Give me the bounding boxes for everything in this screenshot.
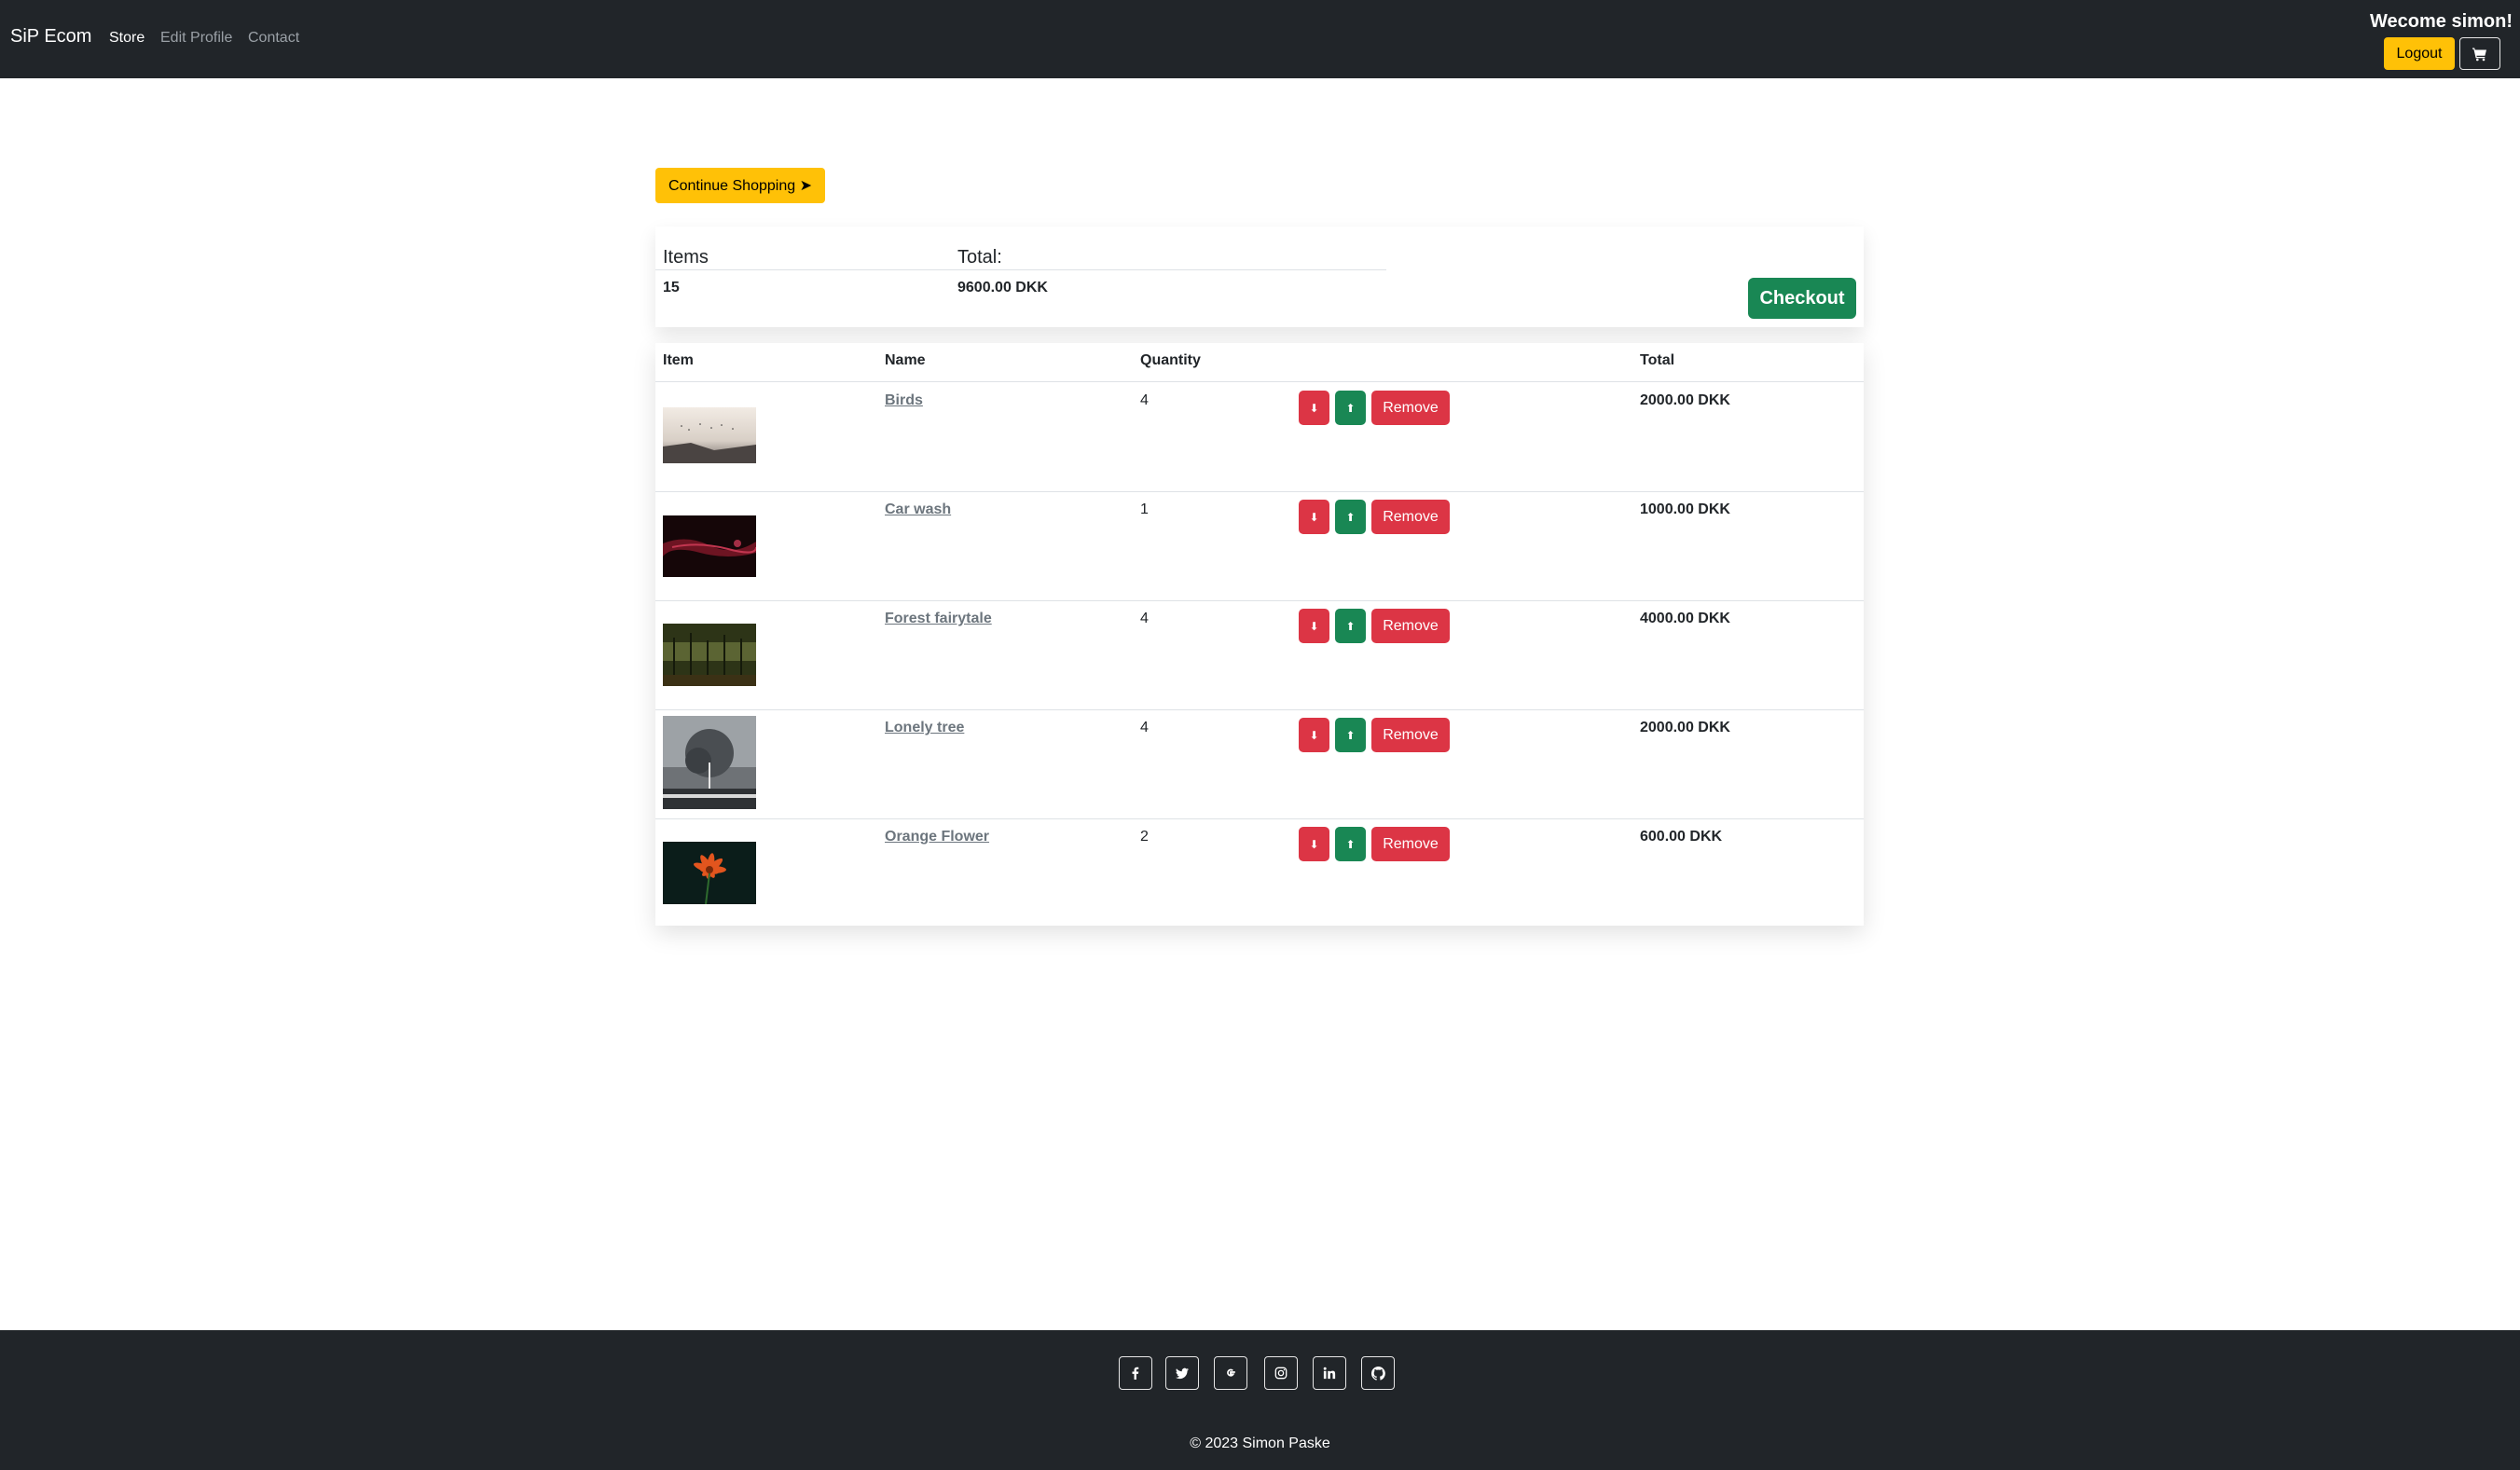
car-wash-thumbnail [663,515,756,577]
top-navbar: SiP Ecom Store Edit Profile Contact Weco… [0,0,2520,78]
remove-button[interactable]: Remove [1371,718,1450,752]
row-total: 4000.00 DKK [1640,611,1730,626]
remove-button[interactable]: Remove [1371,500,1450,534]
nav-link-store[interactable]: Store [109,30,145,47]
row-total: 2000.00 DKK [1640,720,1730,735]
items-count: 15 [663,280,680,295]
decrease-quantity-button[interactable]: ⬇ [1299,827,1329,861]
footer: © 2023 Simon Paske [0,1330,2520,1470]
quantity-value: 4 [1140,720,1149,735]
orange-flower-thumbnail [663,842,756,904]
decrease-quantity-button[interactable]: ⬇ [1299,718,1329,752]
summary-divider [655,269,1386,270]
quantity-value: 2 [1140,829,1149,845]
continue-shopping-button[interactable]: Continue Shopping ➤ [655,168,825,203]
table-row: Birds 4 ⬇ ⬆ Remove 2000.00 DKK [655,382,1864,492]
cart-icon [2472,48,2486,61]
product-link[interactable]: Lonely tree [885,720,964,736]
remove-button[interactable]: Remove [1371,609,1450,643]
total-label: Total: [957,247,1002,268]
cart-table: Item Name Quantity Total Birds 4 ⬇ ⬆ Rem… [655,343,1864,926]
nav-link-edit-profile[interactable]: Edit Profile [160,30,232,47]
instagram-icon[interactable] [1264,1356,1298,1390]
remove-button[interactable]: Remove [1371,391,1450,425]
logout-button[interactable]: Logout [2384,37,2455,70]
github-icon[interactable] [1361,1356,1395,1390]
increase-quantity-button[interactable]: ⬆ [1335,827,1366,861]
items-label: Items [663,247,709,268]
table-row: Forest fairytale 4 ⬇ ⬆ Remove 4000.00 DK… [655,600,1864,710]
table-row: Car wash 1 ⬇ ⬆ Remove 1000.00 DKK [655,491,1864,601]
forest-thumbnail [663,624,756,686]
product-link[interactable]: Car wash [885,501,951,518]
header-total: Total [1640,352,1675,368]
product-link[interactable]: Birds [885,392,923,409]
birds-thumbnail [663,407,756,463]
row-total: 1000.00 DKK [1640,501,1730,517]
linkedin-icon[interactable] [1313,1356,1346,1390]
remove-button[interactable]: Remove [1371,827,1450,861]
increase-quantity-button[interactable]: ⬆ [1335,500,1366,534]
header-item: Item [663,352,694,368]
cart-summary: Items Total: 15 9600.00 DKK Checkout [655,227,1864,327]
welcome-message: Wecome simon! [2370,11,2513,32]
nav-link-contact[interactable]: Contact [248,30,299,47]
google-icon[interactable] [1214,1356,1247,1390]
quantity-value: 4 [1140,392,1149,408]
row-total: 600.00 DKK [1640,829,1723,845]
copyright-text: © 2023 Simon Paske [1190,1436,1330,1451]
facebook-icon[interactable] [1119,1356,1152,1390]
lonely-tree-thumbnail [663,716,756,809]
table-row: Orange Flower 2 ⬇ ⬆ Remove 600.00 DKK [655,818,1864,927]
table-row: Lonely tree 4 ⬇ ⬆ Remove 2000.00 DKK [655,709,1864,819]
increase-quantity-button[interactable]: ⬆ [1335,609,1366,643]
product-link[interactable]: Orange Flower [885,829,989,845]
header-name: Name [885,352,926,368]
quantity-value: 4 [1140,611,1149,626]
checkout-button[interactable]: Checkout [1748,278,1856,319]
increase-quantity-button[interactable]: ⬆ [1335,391,1366,425]
brand-link[interactable]: SiP Ecom [10,26,91,48]
header-quantity: Quantity [1140,352,1201,368]
cart-button[interactable] [2459,37,2500,70]
decrease-quantity-button[interactable]: ⬇ [1299,500,1329,534]
decrease-quantity-button[interactable]: ⬇ [1299,609,1329,643]
quantity-value: 1 [1140,501,1149,517]
twitter-icon[interactable] [1165,1356,1199,1390]
decrease-quantity-button[interactable]: ⬇ [1299,391,1329,425]
table-header: Item Name Quantity Total [655,343,1864,382]
increase-quantity-button[interactable]: ⬆ [1335,718,1366,752]
total-value: 9600.00 DKK [957,280,1048,295]
row-total: 2000.00 DKK [1640,392,1730,408]
product-link[interactable]: Forest fairytale [885,611,992,627]
